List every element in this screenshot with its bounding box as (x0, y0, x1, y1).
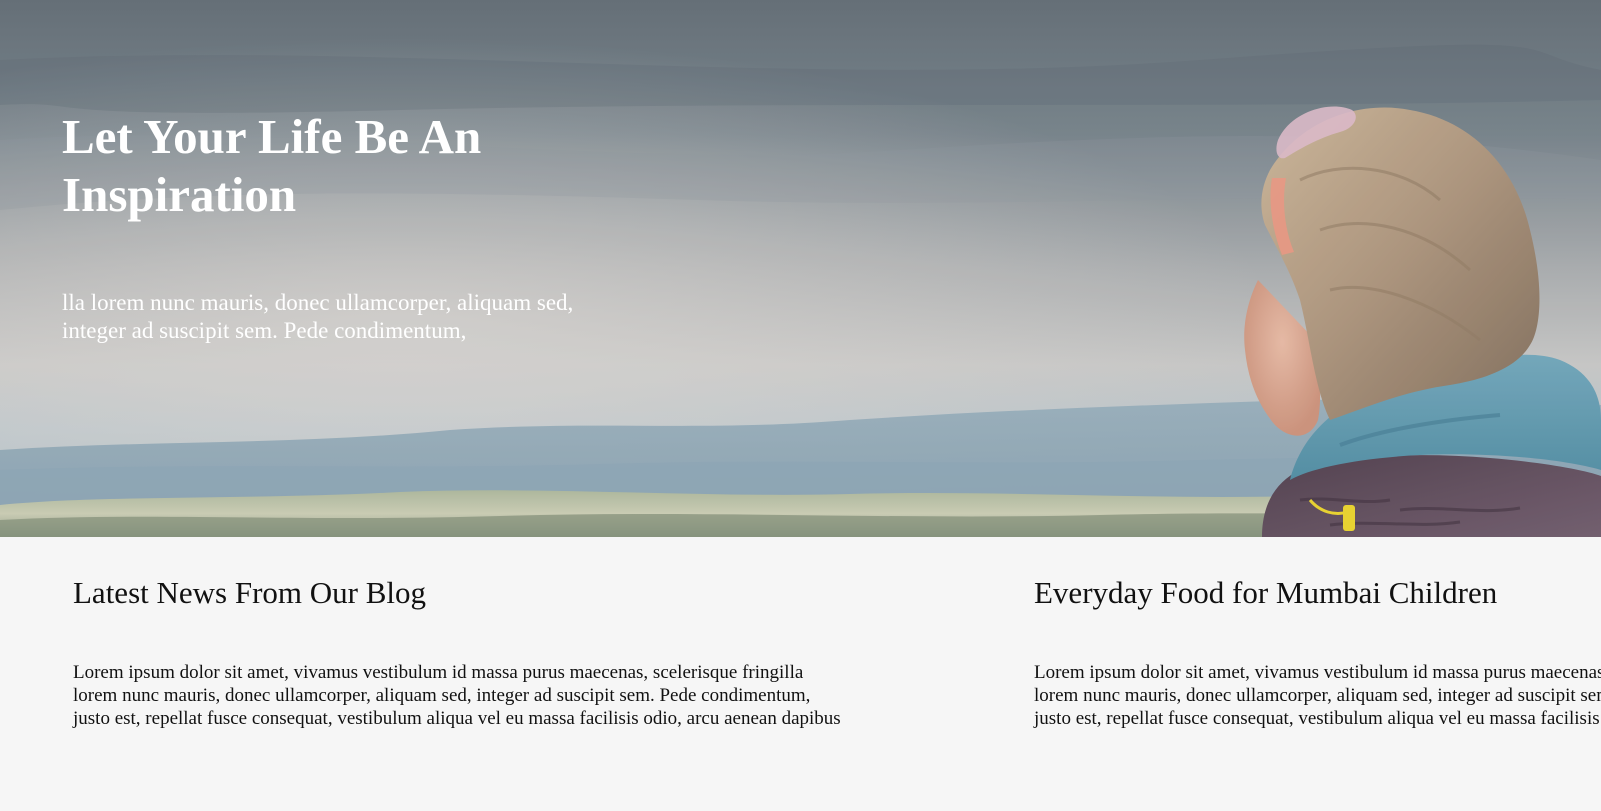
hero-description: lla lorem nunc mauris, donec ullamcorper… (62, 289, 662, 345)
blog-post-title[interactable]: Everyday Food for Mumbai Children (1034, 574, 1497, 612)
blog-post-excerpt: Lorem ipsum dolor sit amet, vivamus vest… (73, 661, 841, 730)
hero-description-line: lla lorem nunc mauris, donec ullamcorper… (62, 290, 574, 315)
excerpt-line: justo est, repellat fusce consequat, ves… (1034, 708, 1601, 729)
excerpt-line: justo est, repellat fusce consequat, ves… (73, 708, 841, 729)
blog-section: Latest News From Our Blog Lorem ipsum do… (0, 537, 1601, 811)
excerpt-line: lorem nunc mauris, donec ullamcorper, al… (73, 685, 811, 706)
hero-background-image (0, 0, 1601, 537)
blog-post-title[interactable]: Latest News From Our Blog (73, 574, 426, 612)
excerpt-line: lorem nunc mauris, donec ullamcorper, al… (1034, 685, 1601, 706)
hero-banner: Let Your Life Be An Inspiration lla lore… (0, 0, 1601, 537)
hero-title: Let Your Life Be An Inspiration (62, 109, 482, 222)
hero-description-line: integer ad suscipit sem. Pede condimentu… (62, 318, 467, 343)
page: Let Your Life Be An Inspiration lla lore… (0, 0, 1601, 811)
excerpt-line: Lorem ipsum dolor sit amet, vivamus vest… (73, 662, 804, 683)
excerpt-line: Lorem ipsum dolor sit amet, vivamus vest… (1034, 662, 1601, 683)
blog-post-excerpt: Lorem ipsum dolor sit amet, vivamus vest… (1034, 661, 1601, 730)
